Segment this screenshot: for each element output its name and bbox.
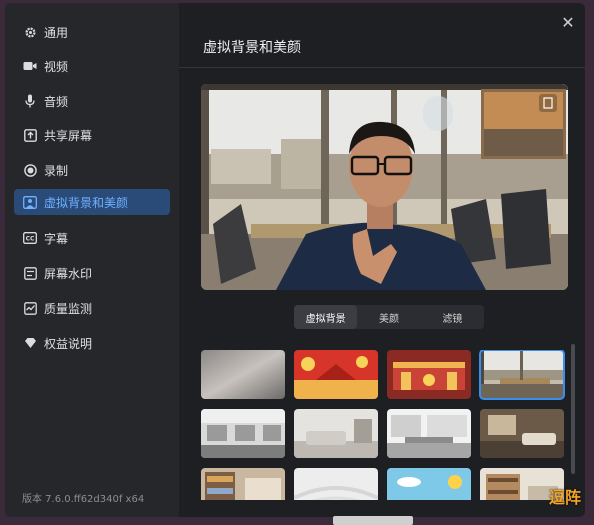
subtitles-icon: CC xyxy=(23,231,37,245)
settings-window: 通用 视频 音频 共享屏幕 录制 虚拟背景和美颜 CC 字幕 屏幕水印 质量监测… xyxy=(5,3,585,517)
bottom-edge xyxy=(333,516,413,525)
background-thumb-office-1[interactable] xyxy=(201,409,285,458)
sidebar-item-video[interactable]: 视频 xyxy=(14,53,170,79)
tab-filter[interactable]: 滤镜 xyxy=(421,305,484,329)
svg-text:CC: CC xyxy=(26,236,35,243)
settings-sidebar: 通用 视频 音频 共享屏幕 录制 虚拟背景和美颜 CC 字幕 屏幕水印 质量监测… xyxy=(5,3,179,517)
microphone-icon xyxy=(23,94,37,108)
background-thumb-office-window[interactable] xyxy=(479,350,565,400)
sidebar-item-quality-monitor[interactable]: 质量监测 xyxy=(14,295,170,321)
quality-monitor-icon xyxy=(23,301,37,315)
background-thumb-festive-red-1[interactable] xyxy=(294,350,378,399)
divider xyxy=(179,67,585,68)
sidebar-item-label: 音频 xyxy=(44,94,69,109)
gear-icon xyxy=(23,25,37,39)
tab-virtual-background[interactable]: 虚拟背景 xyxy=(294,305,358,329)
sidebar-item-label: 屏幕水印 xyxy=(44,266,93,281)
corner-watermark: 逗阵 xyxy=(549,488,582,507)
watermark-icon xyxy=(23,266,37,280)
close-icon: ✕ xyxy=(561,13,575,32)
gallery-scrollbar[interactable] xyxy=(571,344,575,474)
background-thumb-sky-cartoon[interactable] xyxy=(387,468,471,500)
sidebar-item-label: 虚拟背景和美颜 xyxy=(44,195,129,210)
sidebar-item-watermark[interactable]: 屏幕水印 xyxy=(14,260,170,286)
background-thumb-office-2[interactable] xyxy=(387,409,471,458)
sidebar-item-label: 录制 xyxy=(44,163,69,178)
sidebar-item-benefits[interactable]: 权益说明 xyxy=(14,330,170,356)
record-icon xyxy=(23,163,37,177)
camera-preview xyxy=(201,84,568,290)
tab-beauty[interactable]: 美颜 xyxy=(357,305,420,329)
sidebar-item-label: 通用 xyxy=(44,25,69,40)
video-camera-icon xyxy=(23,59,37,73)
sidebar-item-label: 共享屏幕 xyxy=(44,128,93,143)
close-button[interactable]: ✕ xyxy=(559,14,577,32)
background-thumb-living-room-2[interactable] xyxy=(480,409,564,458)
version-label: 版本 7.6.0.ff62d340f x64 xyxy=(22,494,145,505)
background-thumb-bookshelf[interactable] xyxy=(201,468,285,500)
sidebar-item-label: 字幕 xyxy=(44,231,69,246)
background-gallery xyxy=(201,350,571,500)
sidebar-item-label: 权益说明 xyxy=(44,336,93,351)
sidebar-item-subtitles[interactable]: CC 字幕 xyxy=(14,225,170,251)
sidebar-item-label: 质量监测 xyxy=(44,301,93,316)
background-thumb-blur[interactable] xyxy=(201,350,285,399)
background-thumb-festive-red-2[interactable] xyxy=(387,350,471,399)
sidebar-item-general[interactable]: 通用 xyxy=(14,19,170,45)
page-title: 虚拟背景和美颜 xyxy=(203,40,301,56)
background-thumb-living-room-1[interactable] xyxy=(294,409,378,458)
effect-tabs: 虚拟背景 美颜 滤镜 xyxy=(294,305,484,329)
main-panel: 虚拟背景和美颜 ✕ 虚拟背景 美颜 滤镜 xyxy=(179,3,585,517)
sidebar-item-share-screen[interactable]: 共享屏幕 xyxy=(14,122,170,148)
share-screen-icon xyxy=(23,128,37,142)
sidebar-item-audio[interactable]: 音频 xyxy=(14,88,170,114)
diamond-icon xyxy=(23,336,37,350)
background-thumb-white-minimal[interactable] xyxy=(294,468,378,500)
sidebar-item-virtual-background[interactable]: 虚拟背景和美颜 xyxy=(14,189,170,215)
sidebar-item-recording[interactable]: 录制 xyxy=(14,157,170,183)
virtual-background-icon xyxy=(23,195,37,209)
sidebar-item-label: 视频 xyxy=(44,59,69,74)
